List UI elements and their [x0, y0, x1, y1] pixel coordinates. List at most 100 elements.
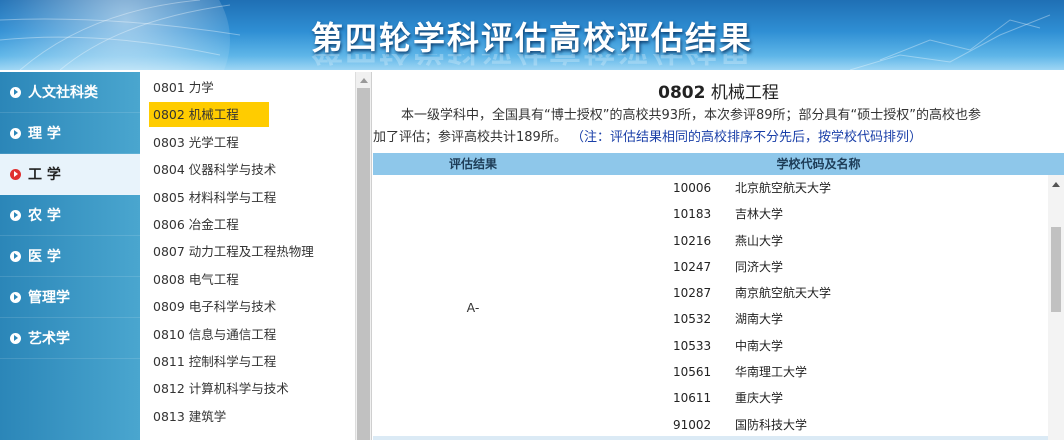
school-name: 南京航空航天大学 [735, 286, 832, 301]
arrow-circle-icon [10, 168, 21, 180]
subject-label: 0805 材料科学与工程 [153, 189, 277, 205]
table-footer-band [373, 436, 1048, 440]
scroll-up-arrow-icon[interactable] [1052, 182, 1060, 187]
subject-label: 0806 冶金工程 [153, 216, 239, 232]
school-code: 10247 [673, 259, 712, 274]
subject-code: 0802 [658, 83, 706, 103]
subject-name: 机械工程 [710, 83, 779, 103]
banner-title: 第四轮学科评估高校评估结果 [310, 19, 753, 57]
subject-label: 0813 建筑学 [153, 408, 227, 424]
description-line-2: 加了评估；参评高校共计189所。 （注：评估结果相同的高校排序不分先后，按学校代… [373, 127, 1064, 149]
category-label: 理 学 [28, 126, 61, 142]
table-row: 10611 重庆大学 [673, 385, 1043, 411]
subject-label: 0802 机械工程 [149, 102, 269, 128]
school-code: 10611 [673, 391, 712, 406]
category-label: 医 学 [28, 249, 61, 265]
table-row: 10006 北京航空航天大学 [673, 175, 1043, 201]
school-name: 吉林大学 [735, 207, 784, 222]
arrow-circle-icon [10, 86, 21, 98]
subject-item[interactable]: 0805 材料科学与工程 [140, 184, 371, 211]
subject-label: 0801 力学 [153, 80, 214, 95]
arrow-circle-icon [10, 250, 21, 262]
school-code: 10561 [673, 365, 712, 380]
table-row: 10287 南京航空航天大学 [673, 280, 1043, 306]
subject-item[interactable]: 0810 信息与通信工程 [140, 321, 371, 348]
category-item[interactable]: 医 学 [0, 236, 140, 277]
school-name: 国防科技大学 [735, 417, 808, 432]
description-line-1: 本一级学科中，全国具有“博士授权”的高校共93所，本次参评89所；部分具有“硕士… [401, 108, 982, 123]
subject-item[interactable]: 0806 冶金工程 [140, 211, 371, 238]
school-name: 重庆大学 [735, 391, 784, 406]
subject-heading: 0802 机械工程 [373, 78, 1064, 103]
table-row: 10561 华南理工大学 [673, 359, 1043, 385]
table-row: 10247 同济大学 [673, 254, 1043, 280]
column-header-result: 评估结果 [448, 157, 497, 171]
arrow-circle-icon [10, 209, 21, 221]
school-code: 10216 [673, 233, 712, 248]
table-header: 评估结果 学校代码及名称 [373, 153, 1064, 175]
subject-item[interactable]: 0804 仪器科学与技术 [140, 156, 371, 183]
subject-label: 0812 计算机科学与技术 [153, 381, 289, 397]
category-label: 艺术学 [28, 331, 70, 347]
arrow-circle-icon [10, 127, 21, 139]
subject-label: 0807 动力工程及工程热物理 [153, 244, 314, 260]
category-label: 人文社科类 [28, 85, 98, 101]
subject-item[interactable]: 0807 动力工程及工程热物理 [140, 238, 371, 265]
ranking-note: （注：评估结果相同的高校排序不分先后，按学校代码排列） [570, 130, 922, 145]
school-name: 北京航空航天大学 [735, 181, 832, 195]
scroll-up-arrow-icon[interactable] [360, 78, 368, 83]
results-scrollbar[interactable] [1048, 175, 1064, 440]
category-item[interactable]: 理 学 [0, 113, 140, 154]
table-row: 10532 湖南大学 [673, 306, 1043, 332]
results-table: A- 10006 北京航空航天大学 10183 吉林大学 10216 燕山大学 10247 同… [373, 175, 1064, 440]
subject-label: 0808 电气工程 [153, 271, 239, 287]
subject-item[interactable]: 0802 机械工程 [140, 101, 371, 128]
subject-item[interactable]: 0809 电子科学与技术 [140, 293, 371, 320]
subject-item[interactable]: 0801 力学 [140, 74, 371, 101]
school-name: 同济大学 [735, 259, 784, 274]
table-row: 10216 燕山大学 [673, 228, 1043, 254]
school-code: 10183 [673, 207, 712, 222]
subject-item[interactable]: 0811 控制科学与工程 [140, 348, 371, 375]
school-name: 华南理工大学 [735, 365, 808, 380]
header-banner: 第四轮学科评估高校评估结果 第四轮学科评估高校评估结果 [0, 0, 1064, 70]
description-text: 加了评估；参评高校共计189所。 [373, 130, 567, 145]
grade-cell: A- [466, 300, 480, 315]
category-item[interactable]: 艺术学 [0, 318, 140, 359]
school-name: 湖南大学 [735, 312, 784, 327]
subject-label: 0810 信息与通信工程 [153, 326, 277, 342]
table-row: 91002 国防科技大学 [673, 412, 1043, 438]
scroll-thumb[interactable] [357, 88, 370, 440]
subject-list-scrollbar[interactable] [355, 72, 371, 440]
table-row: 10533 中南大学 [673, 333, 1043, 359]
subject-item[interactable]: 0813 建筑学 [140, 403, 371, 430]
subject-item[interactable]: 0808 电气工程 [140, 266, 371, 293]
subject-list: 0801 力学 0802 机械工程 0803 光学工程 0804 仪器科学与技术 080… [140, 72, 372, 440]
school-code: 10287 [673, 286, 712, 301]
scroll-thumb[interactable] [1051, 227, 1061, 312]
category-item[interactable]: 工 学 [0, 154, 140, 195]
arrow-circle-icon [10, 332, 21, 344]
category-item[interactable]: 人文社科类 [0, 72, 140, 113]
main-panel: 0802 机械工程 本一级学科中，全国具有“博士授权”的高校共93所，本次参评8… [373, 72, 1064, 440]
subject-item[interactable]: 0803 光学工程 [140, 129, 371, 156]
category-label: 工 学 [28, 167, 61, 183]
school-name: 中南大学 [735, 338, 784, 353]
subject-label: 0804 仪器科学与技术 [153, 162, 277, 178]
category-item[interactable]: 管理学 [0, 277, 140, 318]
school-code: 10533 [673, 338, 712, 353]
category-nav: 人文社科类理 学工 学农 学医 学管理学艺术学 [0, 72, 140, 440]
school-rows: 10006 北京航空航天大学 10183 吉林大学 10216 燕山大学 10247 同济大学… [673, 175, 1043, 438]
arrow-circle-icon [10, 291, 21, 303]
subject-label: 0811 控制科学与工程 [153, 353, 277, 369]
subject-label: 0809 电子科学与技术 [153, 299, 277, 315]
category-item[interactable]: 农 学 [0, 195, 140, 236]
school-name: 燕山大学 [735, 233, 784, 248]
banner-title-reflection: 第四轮学科评估高校评估结果 [0, 54, 1064, 70]
table-row: 10183 吉林大学 [673, 201, 1043, 227]
school-code: 10532 [673, 312, 712, 327]
subject-items: 0801 力学 0802 机械工程 0803 光学工程 0804 仪器科学与技术 080… [140, 72, 371, 430]
school-code: 10006 [673, 181, 712, 195]
school-code: 91002 [673, 417, 712, 432]
subject-item[interactable]: 0812 计算机科学与技术 [140, 375, 371, 402]
